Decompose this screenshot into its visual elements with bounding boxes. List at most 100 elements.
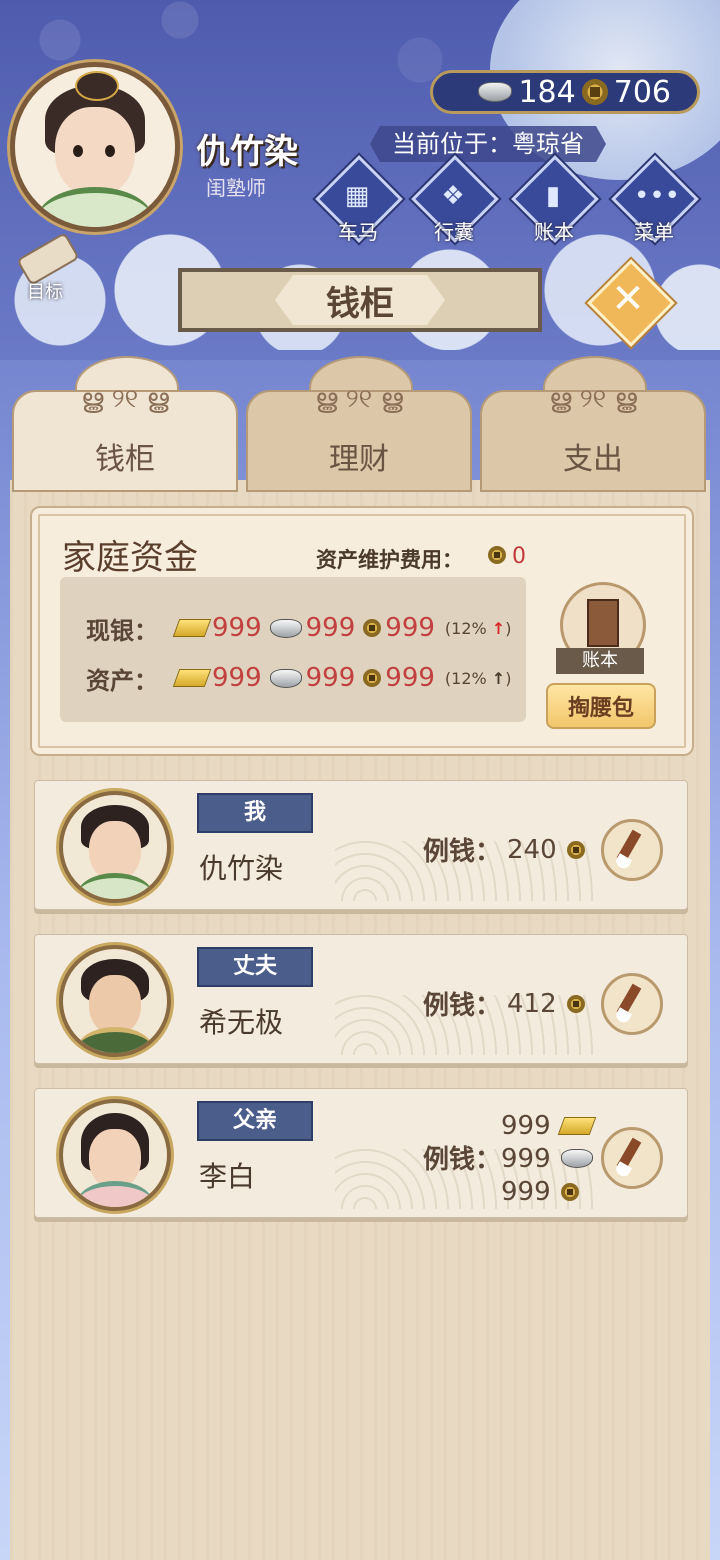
row-label: 现银： xyxy=(86,616,158,645)
nav-label: 行囊 xyxy=(434,220,474,244)
member-allowance: 例钱： 412 xyxy=(423,985,585,1022)
nav-label: 车马 xyxy=(338,220,378,244)
player-avatar[interactable] xyxy=(10,62,180,232)
current-location: 当前位于：粤琼省 xyxy=(370,126,606,162)
ledger-icon: ▮ xyxy=(545,181,561,211)
row-label: 资产： xyxy=(86,666,158,695)
allowance-label: 例钱： xyxy=(423,1145,502,1175)
gold-bar-icon xyxy=(172,619,212,637)
player-title: 闺塾师 xyxy=(206,176,266,200)
change-percent: (12% ↑) xyxy=(445,619,512,638)
tab-expenses[interactable]: ൠ ୨୧ ൠ 支出 xyxy=(480,356,706,492)
nav-ledger-button[interactable]: ▮ 账本 xyxy=(511,155,599,246)
edit-allowance-button[interactable] xyxy=(601,973,663,1035)
coin-amount: 999 xyxy=(501,1176,551,1207)
nav-menu-button[interactable]: ••• 菜单 xyxy=(611,155,699,246)
allowance-value: 240 xyxy=(507,834,557,865)
cash-row: 现银： 999 999 999 (12% ↑) xyxy=(86,608,511,648)
silver-amount: 999 xyxy=(501,1143,551,1174)
coin-icon xyxy=(566,994,585,1013)
gold-amount: 999 xyxy=(501,1110,551,1141)
close-icon[interactable]: ✕ xyxy=(600,272,656,328)
bag-icon: ❖ xyxy=(441,181,465,211)
gold-bar-icon xyxy=(557,1116,596,1135)
silver-ingot-icon xyxy=(560,1149,593,1168)
avatar-robe xyxy=(77,1181,153,1207)
member-role-badge: 我 xyxy=(197,793,313,833)
change-percent-value: (12% xyxy=(444,668,487,688)
goal-button[interactable]: 目标 xyxy=(10,232,80,303)
silver-count: 184 xyxy=(518,74,576,110)
menu-dots-icon: ••• xyxy=(634,181,681,211)
avatar-robe xyxy=(77,1027,153,1053)
avatar-robe xyxy=(77,873,153,899)
member-name: 李白 xyxy=(199,1160,256,1193)
allowance-label: 例钱： xyxy=(423,991,502,1021)
coin-icon xyxy=(488,546,506,564)
ledger-book-icon xyxy=(587,599,619,647)
coin-icon xyxy=(363,669,382,687)
family-funds-title: 家庭资金 xyxy=(62,538,198,578)
member-name: 仇竹染 xyxy=(199,852,284,885)
arrow-up-icon: ↑ xyxy=(491,668,506,688)
goal-label: 目标 xyxy=(27,282,63,303)
change-percent-close: ) xyxy=(505,668,512,688)
avatar-face xyxy=(89,821,141,881)
pay-from-pocket-button[interactable]: 掏腰包 xyxy=(546,683,656,729)
coin-count: 706 xyxy=(613,74,671,110)
gold-allowance-line: 999 xyxy=(501,1109,596,1142)
funds-summary-box xyxy=(60,577,526,722)
member-allowance: 例钱： xyxy=(423,1139,501,1176)
silver-amount: 999 xyxy=(305,663,356,693)
silver-ingot-icon xyxy=(269,618,302,638)
change-percent-close: ) xyxy=(505,618,512,638)
allowance-label: 例钱： xyxy=(423,837,502,867)
tab-label: 支出 xyxy=(563,442,623,477)
member-avatar[interactable] xyxy=(59,945,171,1057)
maintenance-fee-label: 资产维护费用： xyxy=(316,548,463,572)
edit-allowance-button[interactable] xyxy=(601,819,663,881)
member-card: 丈夫 希无极 例钱： 412 xyxy=(34,934,688,1064)
avatar-face xyxy=(89,975,141,1035)
allowance-value: 412 xyxy=(507,988,557,1019)
cloud-swirl-icon: ൠ ୨୧ ൠ xyxy=(548,384,637,414)
coin-icon xyxy=(560,1182,579,1201)
coin-icon xyxy=(566,840,585,859)
avatar-face xyxy=(55,107,135,197)
tab-label: 理财 xyxy=(329,442,389,477)
page-title-banner: 钱柜 xyxy=(178,268,542,332)
nav-label: 菜单 xyxy=(634,220,674,244)
member-name: 希无极 xyxy=(199,1006,284,1039)
ledger-label[interactable]: 账本 xyxy=(556,648,644,674)
edit-allowance-button[interactable] xyxy=(601,1127,663,1189)
tab-finance[interactable]: ൠ ୨୧ ൠ 理财 xyxy=(246,356,472,492)
assets-row: 资产： 999 999 999 (12% ↑) xyxy=(86,658,511,698)
nav-label: 账本 xyxy=(534,220,574,244)
silver-amount: 999 xyxy=(305,613,356,643)
nav-bag-button[interactable]: ❖ 行囊 xyxy=(411,155,499,246)
cloud-swirl-icon: ൠ ୨୧ ൠ xyxy=(80,384,169,414)
gold-amount: 999 xyxy=(212,663,262,693)
coin-amount: 999 xyxy=(385,663,435,693)
silver-ingot-icon xyxy=(478,82,513,102)
tab-label: 钱柜 xyxy=(95,442,155,477)
avatar-robe xyxy=(37,187,153,227)
gold-amount: 999 xyxy=(212,613,262,643)
member-avatar[interactable] xyxy=(59,791,171,903)
member-avatar[interactable] xyxy=(59,1099,171,1211)
currency-bar: 184 706 xyxy=(430,70,700,114)
member-card: 父亲 李白 例钱： 999 999 999 xyxy=(34,1088,688,1218)
member-role-badge: 丈夫 xyxy=(197,947,313,987)
tab-cashbox[interactable]: ൠ ୨୧ ൠ 钱柜 xyxy=(12,356,238,492)
nav-carriage-button[interactable]: ▦ 车马 xyxy=(315,155,403,246)
change-percent: (12% ↑) xyxy=(445,669,512,688)
coin-allowance-line: 999 xyxy=(501,1175,593,1208)
coin-icon xyxy=(581,79,608,105)
member-role-badge: 父亲 xyxy=(197,1101,313,1141)
maintenance-fee-value: 0 xyxy=(512,544,526,569)
allowance-multi-currency: 999 999 999 xyxy=(501,1109,596,1208)
change-percent-value: (12% xyxy=(444,618,487,638)
gold-bar-icon xyxy=(172,669,212,687)
cloud-swirl-icon: ൠ ୨୧ ൠ xyxy=(314,384,403,414)
member-card: 我 仇竹染 例钱： 240 xyxy=(34,780,688,910)
